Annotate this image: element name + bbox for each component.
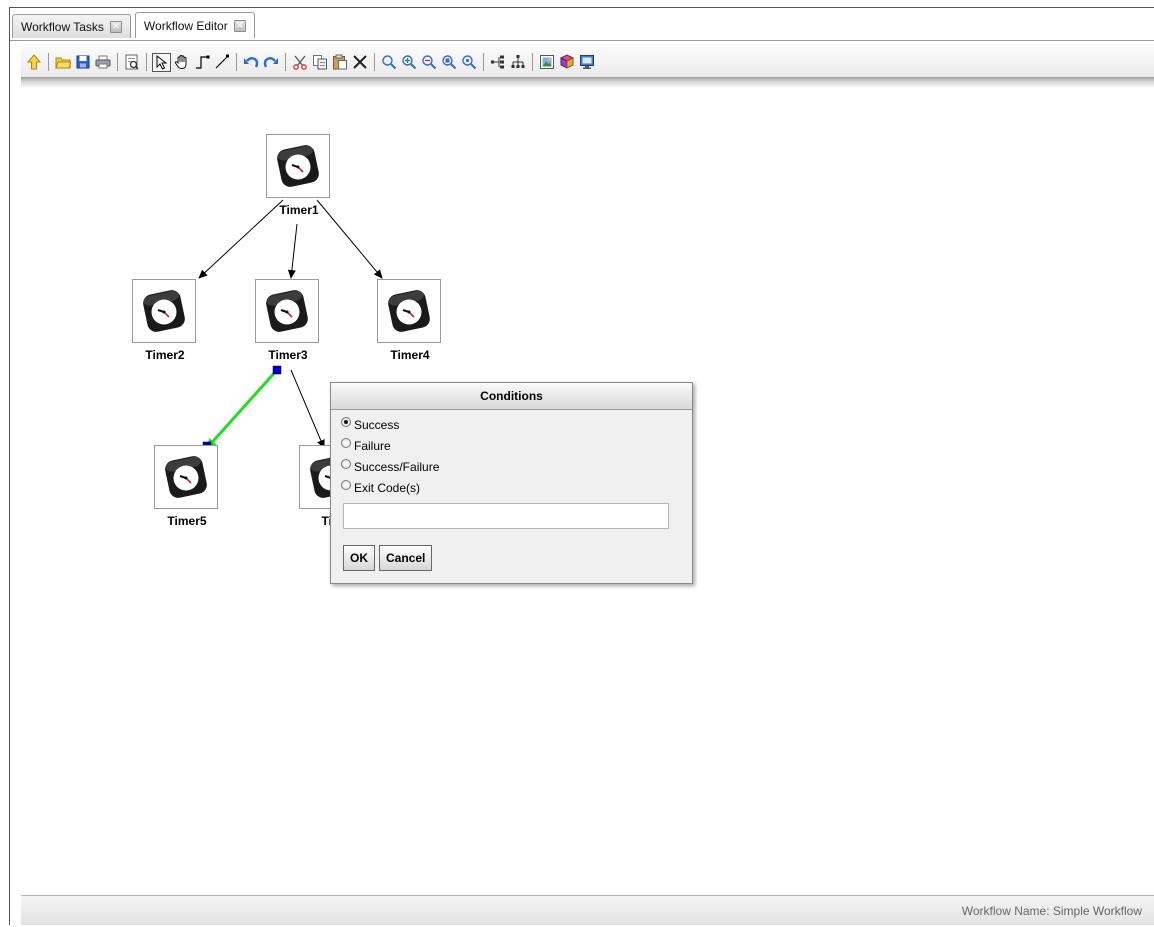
tab-workflow-editor[interactable]: Workflow Editor ✕ [134,12,255,38]
status-bar: Workflow Name: Simple Workflow [21,895,1154,925]
print-icon[interactable] [94,53,112,71]
toolbar [21,47,1154,77]
dialog-title: Conditions [331,383,692,410]
radio-success[interactable] [341,416,351,427]
toolbar-separator [48,53,49,71]
toolbar-separator [146,53,147,71]
pan-hand-icon[interactable] [173,53,191,71]
orthogonal-connector-icon[interactable] [193,53,211,71]
clock-icon [388,290,430,332]
node-label: Timer5 [167,514,207,528]
tab-label: Workflow Tasks [21,19,104,34]
tab-bar: Workflow Tasks ✕ Workflow Editor ✕ [12,12,255,40]
radio-success-failure[interactable] [341,458,351,469]
zoom-icon[interactable] [380,53,398,71]
clock-icon [165,456,207,498]
toolbar-separator [483,53,484,71]
option-exit-codes[interactable]: Exit Code(s) [341,477,692,498]
toolbar-separator [117,53,118,71]
monitor-icon[interactable] [578,53,596,71]
toolbar-separator [236,53,237,71]
book-icon[interactable] [558,53,576,71]
close-icon[interactable]: ✕ [233,19,246,32]
node-box [266,134,330,198]
exit-codes-input[interactable] [343,503,669,529]
edge-timer3-timer6[interactable] [290,369,325,449]
delete-icon[interactable] [351,53,369,71]
toolbar-separator [285,53,286,71]
option-success-failure[interactable]: Success/Failure [341,456,692,477]
tab-workflow-tasks[interactable]: Workflow Tasks ✕ [12,14,131,38]
node-box [377,279,441,343]
toolbar-separator [532,53,533,71]
toolbar-shadow [21,77,1154,88]
node-timer3[interactable]: Timer3 [255,279,321,362]
clock-icon [277,145,319,187]
node-label: Timer3 [268,348,308,362]
radio-failure[interactable] [341,437,351,448]
clock-icon [266,290,308,332]
node-timer1[interactable]: Timer1 [266,134,332,217]
condition-options: Success Failure Success/Failure Exit Cod… [331,410,692,498]
option-label: Failure [354,438,391,453]
cut-icon[interactable] [291,53,309,71]
tree-layout-icon[interactable] [509,53,527,71]
up-arrow-icon[interactable] [25,53,43,71]
option-failure[interactable]: Failure [341,435,692,456]
option-label: Exit Code(s) [354,480,421,495]
export-image-icon[interactable] [538,53,556,71]
clock-icon [143,290,185,332]
node-label: Timer4 [390,348,430,362]
edge-handle-start[interactable] [272,365,282,375]
edge-timer3-timer5[interactable] [205,368,279,450]
tab-divider [10,40,1154,41]
print-preview-icon[interactable] [123,53,141,71]
node-label: Timer2 [145,348,185,362]
redo-icon[interactable] [262,53,280,71]
conditions-dialog: Conditions Success Failure Success/Failu… [330,382,693,584]
node-label: Timer1 [279,203,319,217]
workflow-name-status: Workflow Name: Simple Workflow [961,903,1142,918]
close-icon[interactable]: ✕ [109,20,122,33]
paste-icon[interactable] [331,53,349,71]
open-folder-icon[interactable] [54,53,72,71]
edge-timer1-timer3[interactable] [287,223,298,279]
cancel-button[interactable]: Cancel [379,545,433,571]
option-success[interactable]: Success [341,414,692,435]
node-timer4[interactable]: Timer4 [377,279,443,362]
zoom-out-icon[interactable] [420,53,438,71]
node-timer5[interactable]: Timer5 [154,445,220,528]
node-box [255,279,319,343]
undo-icon[interactable] [242,53,260,71]
option-label: Success/Failure [354,459,440,474]
ok-button[interactable]: OK [343,545,375,571]
zoom-actual-icon[interactable] [440,53,458,71]
zoom-fit-icon[interactable] [460,53,478,71]
toolbar-separator [374,53,375,71]
node-box [154,445,218,509]
radio-exit-codes[interactable] [341,479,351,490]
node-timer2[interactable]: Timer2 [132,279,198,362]
tab-label: Workflow Editor [143,18,228,33]
straight-connector-icon[interactable] [213,53,231,71]
save-icon[interactable] [74,53,92,71]
zoom-in-icon[interactable] [400,53,418,71]
option-label: Success [354,417,400,432]
select-pointer-icon[interactable] [152,52,171,72]
node-box [132,279,196,343]
horizontal-layout-icon[interactable] [489,53,507,71]
copy-icon[interactable] [311,53,329,71]
